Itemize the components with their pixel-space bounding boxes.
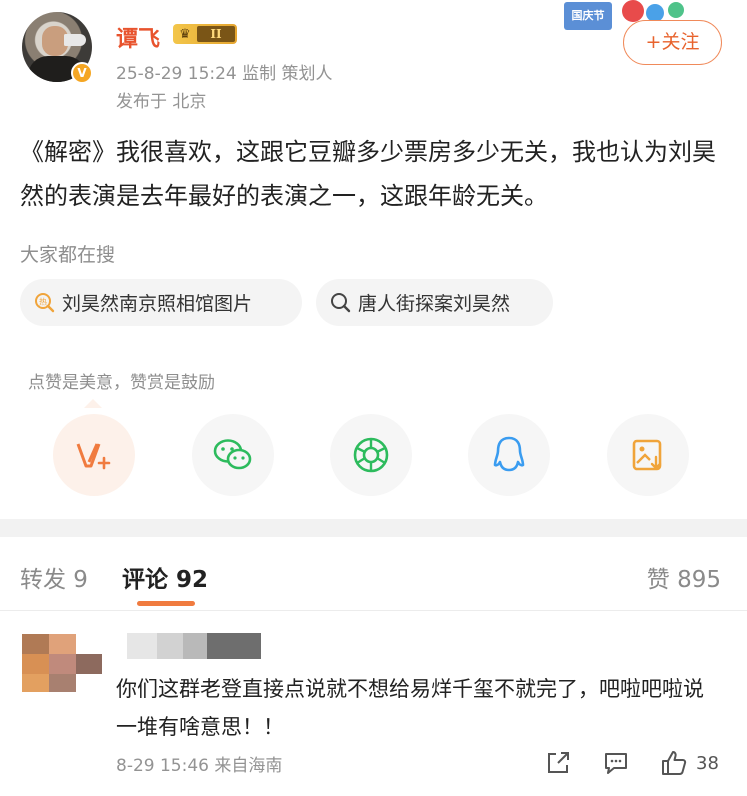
tab-comments[interactable]: 评论 92 <box>122 560 208 594</box>
section-divider <box>0 519 747 537</box>
festival-balloon-icon <box>622 0 644 22</box>
hot-search-icon: 热 <box>35 292 55 312</box>
member-level-badge[interactable]: ♛ II <box>173 24 237 44</box>
commenter-name-redacted[interactable] <box>127 633 261 659</box>
post-time-and-roles: 25-8-29 15:24 监制 策划人 <box>116 64 333 84</box>
active-tab-indicator <box>137 601 195 606</box>
trending-search-chip[interactable]: 热 刘昊然南京照相馆图片 <box>20 279 302 326</box>
trending-search-chip[interactable]: 唐人街探案刘昊然 <box>316 279 553 326</box>
share-action-row <box>0 414 747 500</box>
festival-flag: 国庆节 <box>564 2 612 30</box>
avatar-megaphone <box>64 34 86 46</box>
share-qq-button[interactable] <box>468 414 550 496</box>
tab-forwards[interactable]: 转发 9 <box>20 560 88 594</box>
post-body: 《解密》我很喜欢，这跟它豆瓣多少票房多少无关，我也认为刘昊然的表演是去年最好的表… <box>20 138 716 210</box>
crown-icon: ♛ <box>179 26 191 42</box>
moments-icon <box>353 437 389 473</box>
tab-likes[interactable]: 赞 895 <box>647 560 721 594</box>
reward-icon <box>76 443 111 470</box>
thumbs-up-icon <box>662 751 687 775</box>
reward-button[interactable] <box>53 414 135 496</box>
trending-search-label: 刘昊然南京照相馆图片 <box>62 293 253 315</box>
search-icon <box>331 292 351 312</box>
verified-badge-icon: V <box>71 62 93 84</box>
comment-text: 你们这群老登直接点说就不想给易烊千玺不就完了，吧啦吧啦说一堆有啥意思！！ <box>116 677 704 739</box>
tabs-underline <box>0 610 747 611</box>
share-wechat-button[interactable] <box>192 414 274 496</box>
comment-like-count: 38 <box>696 752 719 774</box>
post-location: 发布于 北京 <box>116 92 207 112</box>
comment-like-button[interactable]: 38 <box>660 748 719 778</box>
author-name[interactable]: 谭飞 <box>116 21 160 53</box>
share-moments-button[interactable] <box>330 414 412 496</box>
svg-text:热: 热 <box>39 296 47 306</box>
reward-pointer-icon <box>84 399 102 408</box>
share-out-icon <box>548 752 569 773</box>
comment-repost-button[interactable] <box>545 748 571 778</box>
comment-reply-button[interactable] <box>602 748 630 778</box>
post-header: V 谭飞 ♛ II 25-8-29 15:24 监制 策划人 发布于 北京 国庆… <box>0 0 747 118</box>
level-number: II <box>197 26 235 42</box>
comment-bubble-icon <box>605 753 627 774</box>
commenter-avatar[interactable] <box>22 634 102 692</box>
reward-hint: 点赞是美意，赞赏是鼓励 <box>28 373 215 393</box>
wechat-icon <box>213 439 252 470</box>
save-image-icon <box>632 439 662 471</box>
comment-meta: 8-29 15:46 来自海南 <box>116 756 283 776</box>
follow-button[interactable]: +关注 <box>623 20 722 65</box>
qq-icon <box>493 436 525 472</box>
festival-balloon-icon <box>668 2 684 18</box>
save-image-button[interactable] <box>607 414 689 496</box>
trending-search-label: 唐人街探案刘昊然 <box>358 293 511 315</box>
trending-search-title: 大家都在搜 <box>20 244 116 266</box>
